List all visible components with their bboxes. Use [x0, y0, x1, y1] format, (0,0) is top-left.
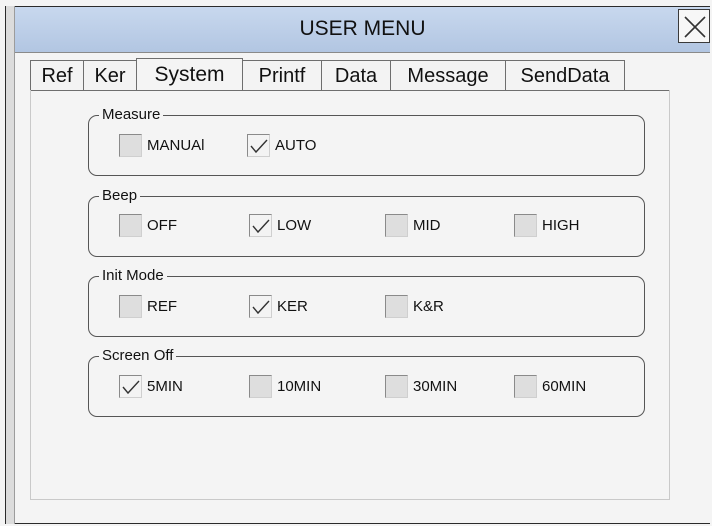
checkbox-30min[interactable]	[385, 374, 408, 398]
window-title: USER MENU	[299, 17, 426, 40]
option-30min[interactable]: 30MIN	[385, 374, 457, 398]
checkbox-10min[interactable]	[249, 374, 272, 398]
checkbox-k-and-r[interactable]	[385, 294, 408, 318]
title-bar: USER MENU	[15, 7, 710, 53]
option-low-label: LOW	[277, 216, 312, 234]
checkmark-icon	[122, 380, 140, 394]
option-ref[interactable]: REF	[119, 294, 177, 318]
close-button[interactable]	[678, 9, 710, 43]
checkmark-icon	[250, 139, 268, 153]
group-init-mode: Init Mode REF KER K&R	[88, 267, 645, 337]
checkbox-60min[interactable]	[514, 374, 537, 398]
option-k-and-r[interactable]: K&R	[385, 294, 444, 318]
checkbox-ker[interactable]	[249, 294, 272, 318]
tab-printf[interactable]: Printf	[242, 60, 322, 90]
group-screen-off: Screen Off 5MIN 10MIN 30MIN 60MIN	[88, 347, 645, 417]
option-mid-label: MID	[413, 216, 441, 234]
option-manual[interactable]: MANUAl	[119, 133, 205, 157]
option-auto[interactable]: AUTO	[247, 133, 316, 157]
option-off[interactable]: OFF	[119, 213, 177, 237]
tab-ker[interactable]: Ker	[83, 60, 137, 90]
option-30min-label: 30MIN	[413, 377, 458, 395]
option-manual-label: MANUAl	[147, 136, 205, 154]
option-high[interactable]: HIGH	[514, 213, 580, 237]
option-ker-label: KER	[277, 297, 308, 315]
group-beep-title: Beep	[99, 187, 141, 205]
option-ref-label: REF	[147, 297, 177, 315]
group-measure: Measure MANUAl AUTO	[88, 106, 645, 176]
option-mid[interactable]: MID	[385, 213, 441, 237]
checkbox-5min[interactable]	[119, 374, 142, 398]
checkmark-icon	[252, 219, 270, 233]
checkbox-off[interactable]	[119, 213, 142, 237]
group-screen-off-title: Screen Off	[99, 347, 177, 365]
option-60min[interactable]: 60MIN	[514, 374, 586, 398]
checkbox-high[interactable]	[514, 213, 537, 237]
option-5min[interactable]: 5MIN	[119, 374, 183, 398]
option-10min[interactable]: 10MIN	[249, 374, 321, 398]
option-5min-label: 5MIN	[147, 377, 183, 395]
checkbox-manual[interactable]	[119, 133, 142, 157]
tab-ref[interactable]: Ref	[30, 60, 84, 90]
option-auto-label: AUTO	[275, 136, 317, 154]
option-60min-label: 60MIN	[542, 377, 587, 395]
option-high-label: HIGH	[542, 216, 580, 234]
checkbox-mid[interactable]	[385, 213, 408, 237]
group-init-mode-title: Init Mode	[99, 267, 167, 285]
tab-data[interactable]: Data	[321, 60, 391, 90]
option-off-label: OFF	[147, 216, 177, 234]
checkbox-auto[interactable]	[247, 133, 270, 157]
option-10min-label: 10MIN	[277, 377, 322, 395]
tab-message[interactable]: Message	[390, 60, 506, 90]
checkbox-low[interactable]	[249, 213, 272, 237]
checkbox-ref[interactable]	[119, 294, 142, 318]
option-ker[interactable]: KER	[249, 294, 308, 318]
tab-bar: Ref Ker System Printf Data Message SendD…	[30, 58, 625, 90]
close-icon	[684, 16, 706, 38]
group-measure-title: Measure	[99, 106, 164, 124]
option-k-and-r-label: K&R	[413, 297, 444, 315]
tab-senddata[interactable]: SendData	[505, 60, 625, 90]
group-beep: Beep OFF LOW MID HIGH	[88, 187, 645, 257]
window-left-border	[5, 6, 15, 524]
tab-system[interactable]: System	[136, 58, 243, 90]
checkmark-icon	[252, 300, 270, 314]
option-low[interactable]: LOW	[249, 213, 311, 237]
